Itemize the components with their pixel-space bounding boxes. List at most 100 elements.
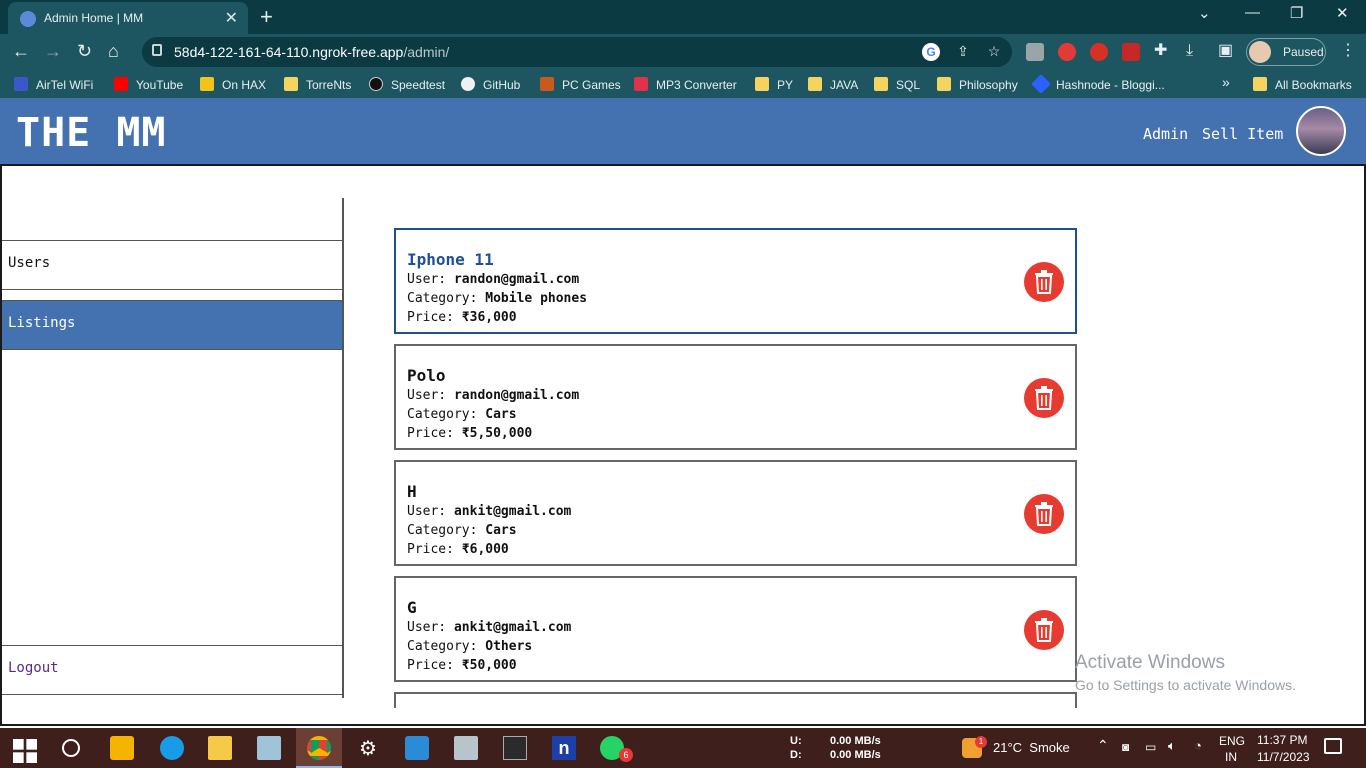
nav-admin-link[interactable]: Admin xyxy=(1143,125,1188,143)
new-tab-button[interactable]: + xyxy=(260,4,273,30)
delete-listing-button[interactable] xyxy=(1024,610,1064,650)
vscode-icon[interactable] xyxy=(405,736,429,760)
volume-icon[interactable]: 🔈︎ xyxy=(1168,739,1176,753)
share-icon[interactable]: ⇪ xyxy=(954,43,972,61)
delete-listing-button[interactable] xyxy=(1024,262,1064,302)
listing-title[interactable]: H xyxy=(407,482,417,501)
terminal-icon[interactable] xyxy=(503,736,527,760)
trash-icon xyxy=(1035,618,1053,642)
listing-card: Polo User: randon@gmail.com Category: Ca… xyxy=(394,344,1077,450)
bookmark-torrents[interactable]: TorreNts xyxy=(284,77,351,92)
net-up-label: U: xyxy=(790,735,802,747)
profile-button[interactable]: Paused xyxy=(1246,38,1326,66)
bookmark-onhax[interactable]: On HAX xyxy=(200,77,266,92)
bookmark-airtel[interactable]: AirTel WiFi xyxy=(14,77,93,92)
side-panel-icon[interactable]: ▣ xyxy=(1218,41,1233,61)
notes-app-icon[interactable] xyxy=(257,736,281,760)
all-bookmarks[interactable]: All Bookmarks xyxy=(1253,77,1352,92)
folder-icon xyxy=(755,77,769,91)
minimize-button[interactable]: — xyxy=(1245,4,1260,21)
bookmark-pc-games[interactable]: PC Games xyxy=(540,77,621,92)
wifi-icon[interactable]: ◔ xyxy=(1194,739,1202,753)
listing-category: Category: Mobile phones xyxy=(407,291,587,306)
net-down-label: D: xyxy=(790,749,802,761)
settings-gear-icon[interactable]: ⚙ xyxy=(356,736,380,760)
bookmark-speedtest[interactable]: Speedtest xyxy=(369,77,445,92)
weather-text[interactable]: 21°C Smoke xyxy=(993,741,1070,755)
bookmark-py[interactable]: PY xyxy=(755,77,793,92)
clock-date[interactable]: 11/7/2023 xyxy=(1257,750,1310,764)
extensions-puzzle-icon[interactable]: ✚ xyxy=(1154,41,1167,61)
listing-title[interactable]: Iphone 11 xyxy=(407,250,494,269)
bookmark-mp3-converter[interactable]: MP3 Converter xyxy=(634,77,737,92)
delete-listing-button[interactable] xyxy=(1024,494,1064,534)
download-icon[interactable]: ⤓ xyxy=(1186,41,1193,61)
language-region[interactable]: IN xyxy=(1225,750,1237,764)
listing-title[interactable]: G xyxy=(407,598,417,617)
google-lens-icon[interactable]: G xyxy=(922,43,940,61)
bookmark-java[interactable]: JAVA xyxy=(808,77,858,92)
back-icon[interactable]: ← xyxy=(12,41,30,61)
browser-tab-active[interactable]: Admin Home | MM ✕ xyxy=(8,2,248,34)
store-icon[interactable] xyxy=(110,736,134,760)
chrome-icon[interactable] xyxy=(307,736,331,760)
windows-start-icon[interactable] xyxy=(13,739,37,763)
search-icon[interactable] xyxy=(62,739,80,757)
site-logo[interactable]: THE MM xyxy=(16,110,167,156)
tab-search-icon[interactable]: ⌄ xyxy=(1198,4,1211,22)
price-label: Price: xyxy=(407,426,454,441)
sidebar-item-users[interactable]: Users xyxy=(2,240,342,290)
bookmark-star-icon[interactable]: ☆ xyxy=(985,43,1003,61)
bookmark-sql[interactable]: SQL xyxy=(874,77,920,92)
edge-icon[interactable] xyxy=(160,736,184,760)
user-avatar[interactable] xyxy=(1296,106,1346,156)
user-value: randon@gmail.com xyxy=(453,272,580,287)
listing-card: G User: ankit@gmail.com Category: Others… xyxy=(394,576,1077,682)
battery-icon[interactable]: ▭ xyxy=(1145,740,1156,754)
address-bar[interactable]: 58d4-122-161-64-110.ngrok-free.app/admin… xyxy=(142,37,1012,67)
bookmark-youtube[interactable]: YouTube xyxy=(114,77,183,92)
extension-icon[interactable] xyxy=(1026,43,1044,61)
home-icon[interactable]: ⌂ xyxy=(108,41,119,61)
clock-time[interactable]: 11:37 PM xyxy=(1257,733,1307,747)
notifications-icon[interactable] xyxy=(1324,738,1342,754)
hand-extension-icon[interactable] xyxy=(1058,43,1076,61)
games-icon xyxy=(540,77,554,91)
bookmark-philosophy[interactable]: Philosophy xyxy=(937,77,1018,92)
bookmark-label: SQL xyxy=(896,78,921,92)
site-favicon-icon xyxy=(20,11,36,27)
trash-icon xyxy=(1035,502,1053,526)
activate-windows-title: Activate Windows xyxy=(1075,652,1225,673)
listing-title[interactable]: Polo xyxy=(407,366,446,385)
browser-menu-icon[interactable]: ⋮ xyxy=(1340,41,1356,61)
user-label: User: xyxy=(407,272,447,287)
bookmark-github[interactable]: GitHub xyxy=(461,77,520,92)
tray-chevron-icon[interactable]: ⌃ xyxy=(1097,738,1109,752)
file-explorer-icon[interactable] xyxy=(208,736,232,760)
nav-sell-item-link[interactable]: Sell Item xyxy=(1202,125,1283,143)
listing-user: User: ankit@gmail.com xyxy=(407,504,571,519)
bookmark-hashnode[interactable]: Hashnode - Bloggi... xyxy=(1031,74,1165,94)
forward-icon[interactable]: → xyxy=(44,41,62,61)
reload-icon[interactable]: ↻ xyxy=(77,41,92,61)
delete-listing-button[interactable] xyxy=(1024,378,1064,418)
bookmark-label: TorreNts xyxy=(306,78,352,92)
meet-now-icon[interactable]: ◙ xyxy=(1122,740,1129,754)
task-manager-icon[interactable] xyxy=(454,736,478,760)
user-label: User: xyxy=(407,620,447,635)
video-extension-icon[interactable] xyxy=(1122,43,1140,61)
url-host: 58d4-122-161-64-110.ngrok-free.app xyxy=(174,44,404,60)
close-window-button[interactable]: ✕ xyxy=(1336,4,1349,22)
user-label: User: xyxy=(407,388,447,403)
adblock-plus-icon[interactable] xyxy=(1090,43,1108,61)
sidebar-item-listings[interactable]: Listings xyxy=(2,300,342,350)
category-value: Mobile phones xyxy=(485,291,588,306)
sidebar-item-logout[interactable]: Logout xyxy=(2,645,342,695)
maximize-button[interactable]: ❐ xyxy=(1290,4,1303,22)
tab-close-icon[interactable]: ✕ xyxy=(225,8,238,28)
bookmarks-overflow-icon[interactable]: » xyxy=(1222,74,1230,90)
notion-icon[interactable]: n xyxy=(552,736,576,760)
folder-icon xyxy=(937,77,951,91)
bookmark-label: YouTube xyxy=(136,78,184,92)
language-code[interactable]: ENG xyxy=(1219,734,1245,748)
